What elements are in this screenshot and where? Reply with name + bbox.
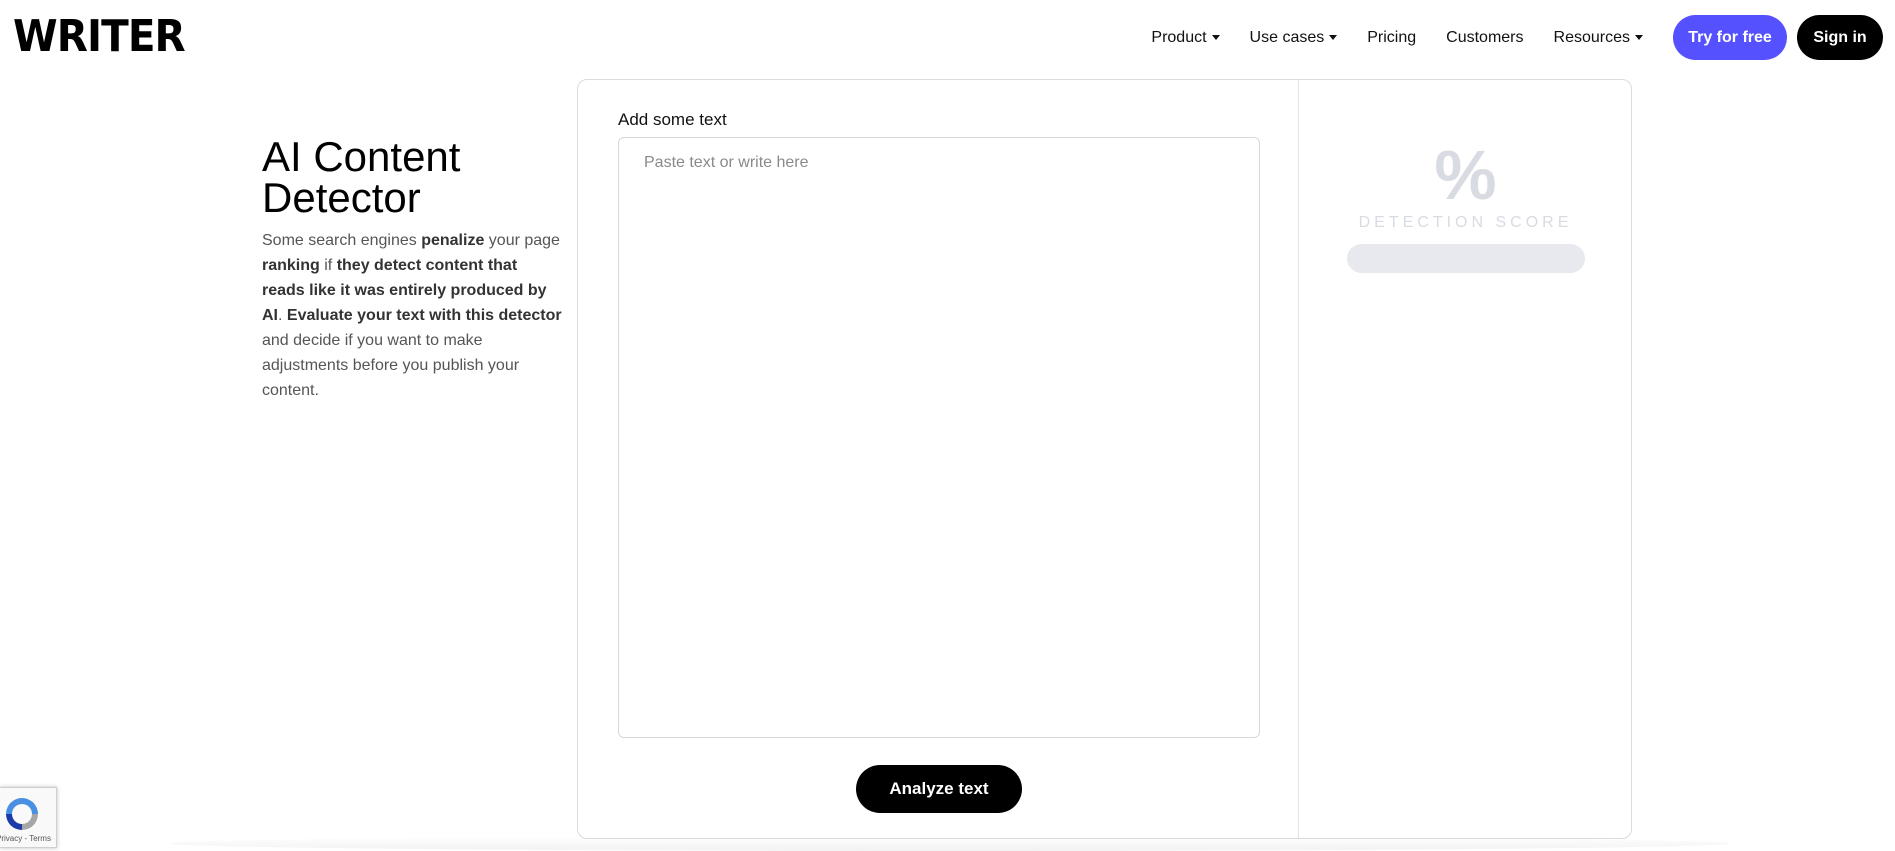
page-title: AI Content Detector <box>262 133 461 221</box>
top-nav: Product Use cases Pricing Customers Reso… <box>1151 15 1883 60</box>
input-label: Add some text <box>618 110 727 129</box>
recaptcha-badge[interactable]: Privacy - Terms <box>0 787 57 848</box>
nav-use-cases[interactable]: Use cases <box>1250 29 1338 47</box>
score-percent: % <box>1434 136 1497 214</box>
nav-resources-label: Resources <box>1553 28 1630 46</box>
recaptcha-legal[interactable]: Privacy - Terms <box>0 834 51 843</box>
desc-bold: ranking <box>262 257 320 274</box>
desc-bold: Evaluate your text with this detector <box>286 307 562 324</box>
desc-text: . <box>278 307 287 324</box>
recaptcha-icon <box>6 798 38 830</box>
chevron-down-icon <box>1211 35 1220 40</box>
detector-card: Add some text Analyze text % DETECTION S… <box>577 79 1632 839</box>
nav-pricing[interactable]: Pricing <box>1367 29 1416 47</box>
analyze-text-button[interactable]: Analyze text <box>856 765 1022 813</box>
sign-in-button[interactable]: Sign in <box>1797 15 1883 60</box>
nav-resources[interactable]: Resources <box>1554 29 1643 47</box>
bottom-shadow <box>170 836 1730 851</box>
desc-bold: penalize <box>421 232 485 249</box>
chevron-down-icon <box>1635 35 1643 40</box>
nav-pricing-label: Pricing <box>1367 28 1417 46</box>
text-input[interactable] <box>618 137 1260 738</box>
nav-customers[interactable]: Customers <box>1446 29 1523 47</box>
score-progress-bar <box>1347 244 1585 273</box>
desc-text: if <box>319 257 337 274</box>
nav-use-cases-label: Use cases <box>1249 28 1325 46</box>
writer-logo[interactable]: WRITER <box>13 15 186 59</box>
chevron-down-icon <box>1329 35 1338 40</box>
desc-text: Some search engines <box>262 232 422 249</box>
nav-product[interactable]: Product <box>1151 28 1220 47</box>
try-for-free-button[interactable]: Try for free <box>1673 15 1787 60</box>
desc-text: your page <box>484 232 560 249</box>
nav-customers-label: Customers <box>1446 28 1524 46</box>
nav-product-label: Product <box>1151 28 1207 46</box>
detection-score-label: DETECTION SCORE <box>1358 214 1573 231</box>
desc-text: and decide if you want to make adjustmen… <box>262 332 520 399</box>
intro-description: Some search engines penalize your page r… <box>262 228 562 403</box>
